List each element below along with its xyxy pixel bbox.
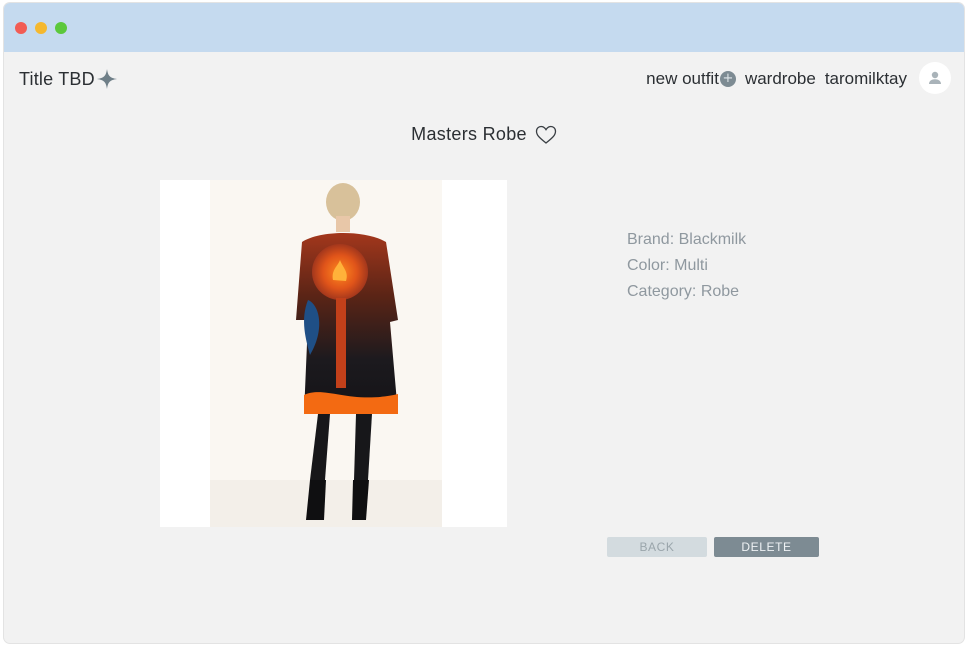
delete-button[interactable]: DELETE bbox=[714, 537, 819, 557]
new-outfit-link[interactable]: new outfit bbox=[646, 69, 719, 89]
color-detail: Color: Multi bbox=[627, 257, 708, 274]
item-photo bbox=[160, 180, 507, 527]
user-icon bbox=[929, 71, 941, 84]
sparkle-icon bbox=[96, 69, 117, 89]
back-button[interactable]: BACK bbox=[607, 537, 707, 557]
username-link[interactable]: taromilktay bbox=[825, 69, 907, 89]
app-window: Title TBD new outfit + wardrobe taromilk… bbox=[4, 3, 964, 643]
category-detail: Category: Robe bbox=[627, 283, 740, 300]
app-brand[interactable]: Title TBD bbox=[19, 67, 118, 91]
close-window-button[interactable] bbox=[15, 22, 27, 34]
wardrobe-link[interactable]: wardrobe bbox=[745, 69, 816, 89]
maximize-window-button[interactable] bbox=[55, 22, 67, 34]
plus-circle-icon[interactable]: + bbox=[719, 71, 736, 87]
title-bar bbox=[4, 3, 964, 52]
avatar[interactable] bbox=[919, 62, 951, 94]
heart-outline-icon[interactable] bbox=[535, 125, 557, 145]
item-name: Masters Robe bbox=[411, 124, 527, 144]
app-title: Title TBD bbox=[19, 68, 95, 89]
minimize-window-button[interactable] bbox=[35, 22, 47, 34]
item-header: Masters Robe bbox=[4, 124, 964, 145]
top-nav: new outfit + wardrobe taromilktay bbox=[646, 67, 907, 91]
brand-detail: Brand: Blackmilk bbox=[627, 231, 747, 248]
item-details: Brand: Blackmilk Color: Multi Category: … bbox=[627, 227, 746, 305]
item-image bbox=[160, 180, 507, 527]
